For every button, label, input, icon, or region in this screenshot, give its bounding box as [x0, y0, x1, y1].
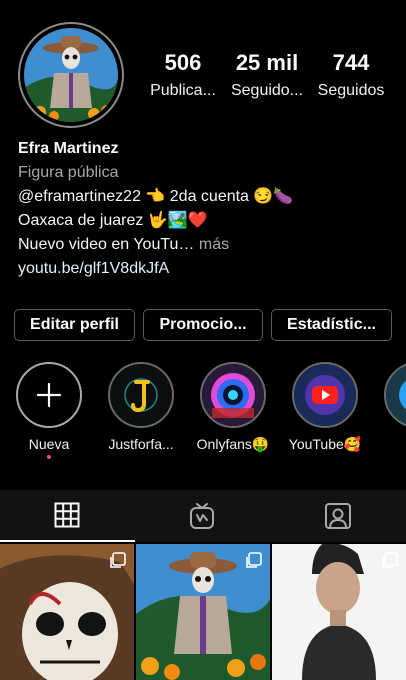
tab-tagged[interactable]: [270, 490, 405, 542]
highlight-twitter[interactable]: Tw: [374, 362, 406, 452]
profile-name: Efra Martinez: [18, 140, 119, 157]
profile-stats: 506 Publica... 25 mil Seguido... 744 Seg…: [140, 50, 406, 110]
profile-header: 506 Publica... 25 mil Seguido... 744 Seg…: [0, 0, 406, 140]
carousel-icon: [382, 552, 398, 568]
carousel-icon: [110, 552, 126, 568]
post-thumbnail[interactable]: [0, 544, 134, 680]
bio-line-2: Oaxaca de juarez 🤟🏞️❤️: [18, 212, 208, 229]
highlight-twitter-cover: [384, 362, 406, 428]
followers-count: 25 mil: [235, 50, 299, 75]
highlight-justforfans[interactable]: Justforfa...: [98, 362, 184, 452]
edit-profile-button[interactable]: Editar perfil: [14, 309, 135, 341]
profile-category: Figura pública: [18, 164, 119, 181]
plus-icon: [36, 382, 62, 408]
posts-grid: [0, 544, 406, 680]
posts-count: 506: [164, 50, 202, 75]
carousel-icon: [246, 552, 262, 568]
post-thumbnail[interactable]: [136, 544, 270, 680]
post-thumbnail[interactable]: [272, 544, 406, 680]
highlight-youtube-cover: [292, 362, 358, 428]
highlight-youtube[interactable]: YouTube🥰: [282, 362, 368, 453]
insights-button[interactable]: Estadístic...: [271, 309, 392, 341]
new-notification-dot: [47, 455, 51, 459]
bio-line-1: @eframartinez22 👈 2da cuenta 😏🍆: [18, 188, 294, 205]
highlight-justforfans-cover: [108, 362, 174, 428]
bio-line-3: Nuevo video en YouTu… más: [18, 233, 398, 257]
highlight-onlyfans-label: Onlyfans🤑: [196, 436, 270, 452]
story-highlights: Nueva Justforfa... Onlyfans🤑 YouTube🥰: [0, 362, 406, 472]
highlight-new-label: Nueva: [28, 436, 70, 452]
profile-actions: Editar perfil Promocio... Estadístic...: [14, 309, 394, 341]
bio-more-link[interactable]: más: [199, 236, 229, 253]
avatar-image: [24, 28, 118, 122]
followers-stat[interactable]: 25 mil Seguido...: [224, 50, 310, 102]
following-label: Seguidos: [317, 82, 385, 99]
posts-label: Publica...: [150, 82, 216, 99]
promotions-button[interactable]: Promocio...: [143, 309, 263, 341]
profile-avatar[interactable]: [18, 22, 124, 128]
highlight-new-ring: [16, 362, 82, 428]
tab-posts-grid[interactable]: [0, 490, 135, 542]
bio-website-link[interactable]: youtu.be/glf1V8dkJfA: [18, 257, 398, 281]
highlight-justforfans-label: Justforfa...: [108, 436, 174, 452]
profile-bio: Efra Martinez Figura pública @eframartin…: [18, 137, 398, 281]
highlight-onlyfans-cover: [200, 362, 266, 428]
following-stat[interactable]: 744 Seguidos: [308, 50, 394, 102]
tagged-icon: [325, 503, 351, 529]
following-count: 744: [332, 50, 370, 75]
posts-stat[interactable]: 506 Publica...: [140, 50, 226, 102]
highlight-youtube-label: YouTube🥰: [288, 436, 362, 452]
highlight-twitter-label: Tw: [374, 436, 406, 452]
active-tab-indicator: [0, 540, 135, 542]
followers-label: Seguido...: [230, 82, 304, 99]
grid-icon: [54, 502, 80, 528]
tab-igtv[interactable]: [135, 490, 270, 542]
bio-line-3-text: Nuevo video en YouTu…: [18, 236, 195, 253]
profile-tabs: [0, 490, 406, 542]
igtv-icon: [190, 503, 214, 529]
highlight-new[interactable]: Nueva: [6, 362, 92, 459]
highlight-onlyfans[interactable]: Onlyfans🤑: [190, 362, 276, 453]
